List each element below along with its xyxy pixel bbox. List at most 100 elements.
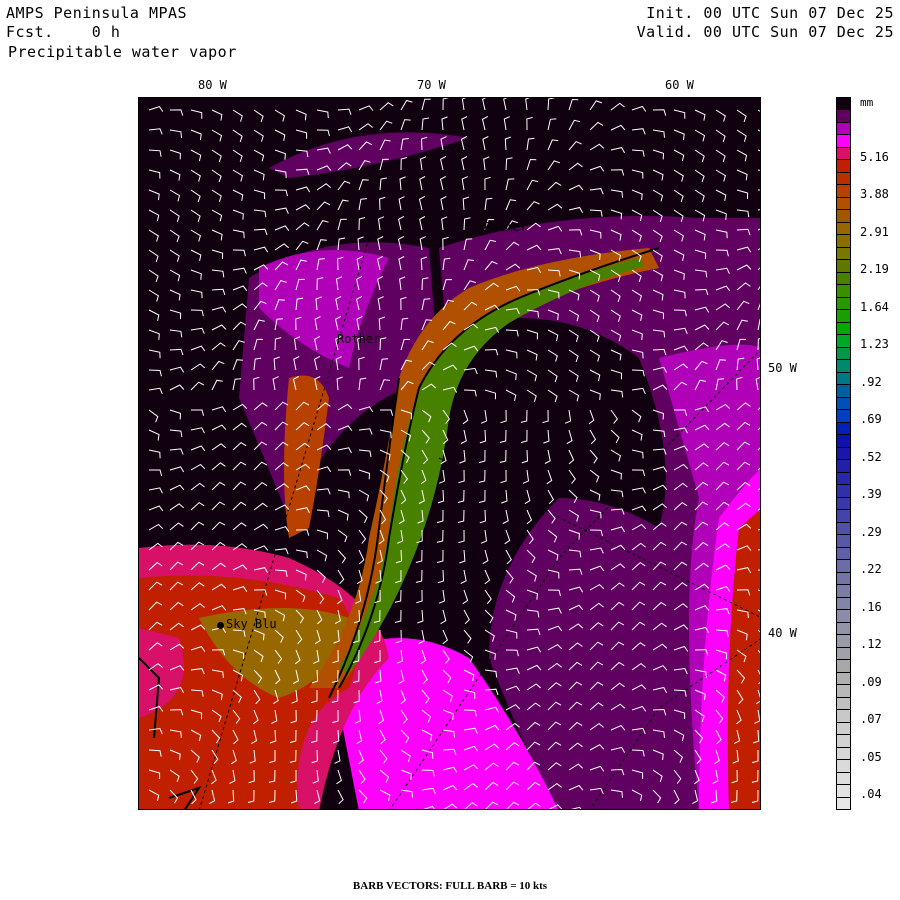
- wind-barb: [211, 360, 225, 371]
- wind-barb: [148, 269, 159, 282]
- wind-barb: [419, 216, 426, 231]
- wind-barb: [232, 129, 243, 143]
- wind-barb: [232, 169, 243, 182]
- wind-barb: [568, 98, 579, 111]
- wind-barb: [568, 119, 581, 131]
- wind-barb: [442, 629, 449, 645]
- wind-barb: [673, 109, 686, 119]
- wind-barb: [169, 209, 180, 222]
- wind-barb: [589, 100, 603, 111]
- wind-barb: [337, 447, 352, 454]
- wind-barb: [526, 158, 537, 171]
- wind-barb: [211, 521, 226, 531]
- wind-barb: [211, 481, 226, 491]
- wind-barb: [419, 176, 426, 191]
- wind-barb: [190, 169, 201, 182]
- wind-barb: [190, 482, 205, 491]
- wind-barb: [148, 409, 159, 423]
- wind-barb: [169, 169, 181, 181]
- colorbar-label: 1.64: [860, 299, 889, 314]
- wind-barb: [232, 359, 243, 371]
- colorbar-label: .52: [860, 449, 882, 464]
- wind-barb: [190, 129, 202, 141]
- wind-barb: [652, 169, 664, 181]
- wind-barb: [148, 249, 159, 263]
- colorbar-cell: [836, 684, 851, 698]
- colorbar-cell: [836, 646, 851, 661]
- wind-barb: [253, 502, 268, 511]
- init-time: Init. 00 UTC Sun 07 Dec 25: [646, 4, 894, 22]
- wind-barb: [253, 169, 265, 181]
- valid-time: Valid. 00 UTC Sun 07 Dec 25: [636, 23, 894, 41]
- wind-barb: [652, 149, 665, 160]
- colorbar-cell: [836, 721, 851, 736]
- wind-barb: [652, 109, 667, 116]
- wind-barb: [337, 529, 348, 543]
- colorbar-label: .22: [860, 562, 882, 577]
- wind-barb: [190, 345, 206, 352]
- wind-barb: [232, 481, 247, 491]
- colorbar-cell: [836, 534, 851, 548]
- wind-barb: [610, 124, 626, 131]
- wind-barb: [394, 609, 402, 623]
- wind-barb: [400, 157, 408, 171]
- colorbar-cell: [836, 234, 851, 248]
- wind-barb: [505, 157, 513, 171]
- pwv-region-top: [269, 132, 469, 178]
- colorbar-cell: [836, 559, 851, 573]
- wind-barb: [436, 529, 444, 543]
- wind-barb: [211, 379, 223, 391]
- wind-barb: [419, 156, 427, 171]
- wind-barb: [673, 169, 684, 182]
- wind-barb: [190, 269, 202, 280]
- wind-barb: [442, 98, 450, 111]
- colorbar-cell: [836, 409, 851, 423]
- colorbar-cell: [836, 284, 851, 298]
- wind-barb: [631, 105, 647, 112]
- wind-barb: [736, 149, 748, 162]
- wind-barb: [148, 387, 163, 394]
- colorbar-cell: [836, 421, 851, 436]
- wind-barb: [757, 129, 760, 132]
- wind-barb: [253, 109, 264, 123]
- colorbar-cell: [836, 259, 851, 273]
- wind-barb: [504, 136, 512, 151]
- wind-barb: [505, 178, 515, 191]
- wind-barb: [232, 189, 244, 201]
- wind-barb: [463, 217, 471, 231]
- wind-barb: [211, 109, 223, 121]
- colorbar-cell: [836, 184, 851, 198]
- wind-barb: [358, 105, 374, 111]
- wind-barb: [190, 209, 201, 222]
- wind-barb: [568, 162, 583, 171]
- wind-barb: [547, 139, 559, 151]
- wind-barb: [253, 523, 269, 531]
- wind-barb: [211, 129, 223, 142]
- wind-barb: [232, 149, 243, 162]
- wind-barb: [274, 225, 290, 231]
- wind-barb: [547, 203, 563, 211]
- wind-barb: [169, 348, 184, 356]
- colorbar-label: 2.91: [860, 224, 889, 239]
- wind-barb: [274, 548, 289, 555]
- barb-legend: BARB VECTORS: FULL BARB = 10 kts: [352, 880, 548, 892]
- wind-barb: [440, 196, 447, 211]
- wind-barb: [589, 143, 605, 151]
- colorbar-cell: [836, 759, 851, 773]
- wind-barb: [190, 381, 205, 391]
- wind-barb: [190, 289, 203, 299]
- wind-barb: [316, 529, 329, 540]
- wind-barb: [482, 98, 487, 111]
- colorbar-cell: [836, 171, 851, 186]
- wind-barb: [462, 196, 470, 211]
- wind-barb: [337, 108, 352, 115]
- colorbar-cell: [836, 571, 851, 586]
- wind-barb: [211, 501, 226, 511]
- wind-barb: [148, 523, 164, 531]
- wind-barb: [169, 429, 183, 438]
- colorbar-label: .04: [860, 787, 882, 801]
- colorbar-label: .07: [860, 712, 882, 727]
- wind-barb: [211, 324, 227, 331]
- colorbar-cell: [836, 484, 851, 498]
- wind-barb: [211, 288, 226, 296]
